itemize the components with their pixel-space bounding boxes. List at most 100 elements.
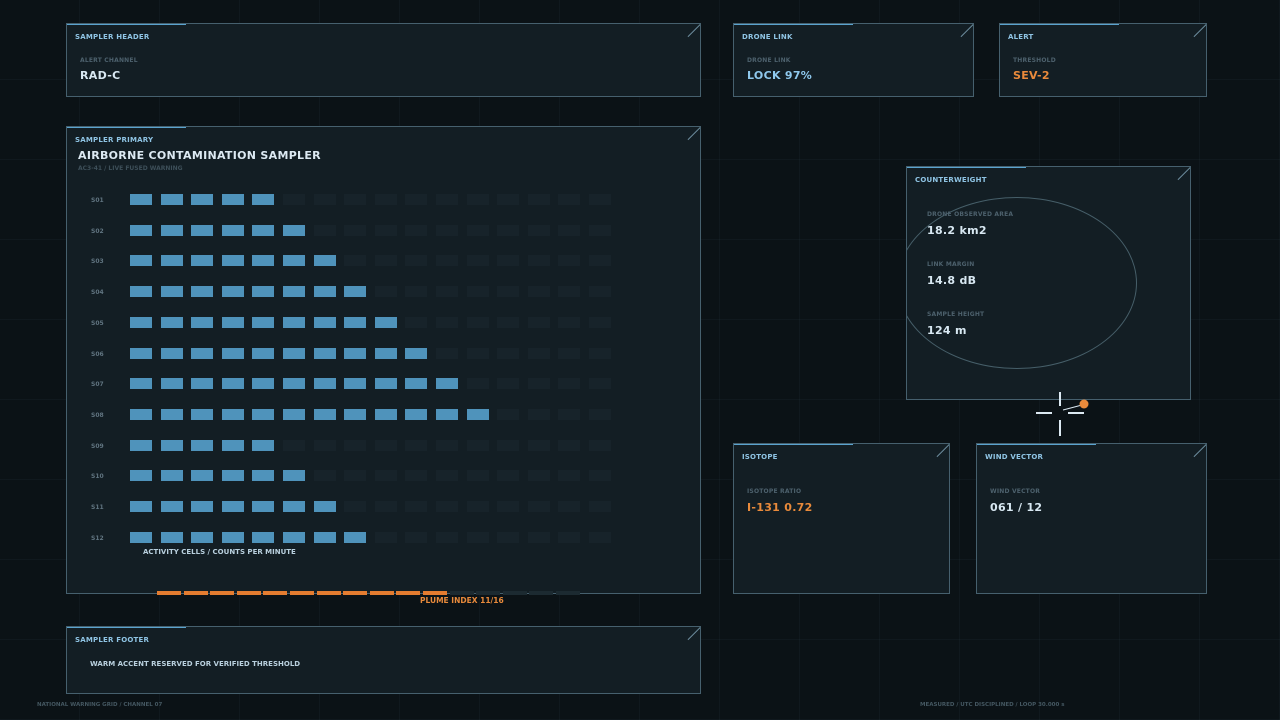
activity-cell-active	[252, 408, 275, 420]
activity-cell-active	[130, 224, 152, 236]
activity-cell-active	[252, 255, 275, 267]
activity-cell-active	[344, 316, 367, 328]
activity-cell-inactive	[589, 316, 611, 328]
activity-cell-active	[283, 286, 305, 298]
activity-cell-inactive	[466, 286, 489, 298]
activity-cell-active	[191, 347, 214, 359]
panel-corner-icon	[1177, 167, 1190, 180]
activity-cell-active	[130, 501, 152, 512]
activity-cell-active	[283, 408, 305, 420]
sampler-primary-panel: SAMPLER PRIMARY AIRBORNE CONTAMINATION S…	[66, 126, 701, 594]
activity-cell-active	[221, 470, 244, 482]
activity-cell-active	[313, 408, 336, 420]
activity-cell-inactive	[497, 470, 520, 482]
panel-corner-icon	[687, 627, 700, 640]
wind-vector-label: WIND VECTOR	[990, 488, 1041, 495]
activity-cell-active	[191, 194, 214, 205]
panel-corner-icon	[960, 24, 973, 37]
activity-cell-active	[221, 255, 244, 267]
activity-cell-inactive	[344, 501, 367, 512]
row-label: S03	[91, 258, 104, 266]
activity-cell-inactive	[589, 408, 611, 420]
isotope-ratio-label: ISOTOPE RATIO	[747, 488, 802, 495]
plume-segment-inactive	[502, 591, 527, 595]
activity-cell-active	[313, 286, 336, 298]
activity-cell-inactive	[466, 439, 489, 451]
row-label: S11	[91, 504, 104, 511]
activity-cell-inactive	[344, 255, 367, 267]
drone-link-value: LOCK 97%	[747, 69, 813, 82]
activity-cell-inactive	[589, 347, 611, 359]
activity-cell-active	[252, 501, 275, 512]
activity-cell-inactive	[466, 316, 489, 328]
activity-cell-active	[160, 194, 183, 205]
activity-cell-inactive	[466, 470, 489, 482]
plume-segment-inactive	[556, 591, 580, 595]
activity-cell-active	[191, 531, 214, 543]
activity-cell-active	[252, 224, 275, 236]
activity-cell-active	[130, 378, 152, 390]
activity-cell-active	[160, 501, 183, 512]
activity-cell-inactive	[466, 501, 489, 512]
activity-cell-active	[130, 286, 152, 298]
activity-cell-active	[283, 347, 305, 359]
activity-cell-active	[436, 378, 458, 390]
activity-cell-active	[191, 316, 214, 328]
activity-cell-inactive	[313, 224, 336, 236]
activity-cell-inactive	[405, 501, 428, 512]
activity-cell-active	[160, 255, 183, 267]
activity-cell-inactive	[313, 439, 336, 451]
activity-cell-inactive	[589, 531, 611, 543]
sampler-header-panel: SAMPLER HEADER ALERT CHANNEL RAD-C	[66, 23, 701, 97]
wind-vector-panel: WIND VECTOR WIND VECTOR 061 / 12	[976, 443, 1207, 594]
activity-cell-active	[160, 408, 183, 420]
activity-cell-inactive	[436, 255, 458, 267]
activity-cell-active	[252, 286, 275, 298]
activity-cell-active	[160, 347, 183, 359]
activity-cell-inactive	[497, 316, 520, 328]
activity-cell-inactive	[466, 255, 489, 267]
activity-cell-inactive	[558, 224, 581, 236]
plume-segment-active	[236, 591, 261, 595]
activity-cell-inactive	[497, 501, 520, 512]
activity-cell-active	[221, 347, 244, 359]
footer-note: WARM ACCENT RESERVED FOR VERIFIED THRESH…	[90, 660, 301, 668]
panel-title: SAMPLER HEADER	[75, 33, 150, 41]
activity-cell-active	[160, 470, 183, 482]
activity-cell-active	[283, 316, 305, 328]
activity-cell-inactive	[405, 255, 428, 267]
activity-cell-active	[191, 286, 214, 298]
sample-height-value: 124 m	[927, 324, 967, 337]
activity-cell-active	[283, 255, 305, 267]
activity-cell-active	[130, 194, 152, 205]
activity-cell-inactive	[527, 501, 550, 512]
activity-cell-active	[160, 316, 183, 328]
plume-segment-active	[316, 591, 341, 595]
activity-cell-active	[374, 408, 397, 420]
row-label: S06	[91, 350, 104, 358]
activity-cell-inactive	[558, 347, 581, 359]
activity-cell-inactive	[589, 194, 611, 205]
activity-cell-active	[344, 286, 367, 298]
activity-cell-active	[130, 470, 152, 482]
activity-cell-inactive	[466, 347, 489, 359]
activity-cell-inactive	[405, 286, 428, 298]
threshold-value: SEV-2	[1013, 69, 1050, 82]
activity-cell-active	[252, 378, 275, 390]
sampler-subtitle: AC3-41 / LIVE FUSED WARNING	[78, 165, 183, 172]
plume-index-label: PLUME INDEX 11/16	[420, 596, 504, 605]
activity-cell-inactive	[344, 194, 367, 205]
panel-corner-icon	[1193, 24, 1206, 37]
activity-axis-caption: ACTIVITY CELLS / COUNTS PER MINUTE	[143, 548, 296, 556]
activity-cell-inactive	[374, 286, 397, 298]
activity-cell-active	[221, 286, 244, 298]
activity-cell-active	[252, 316, 275, 328]
activity-cell-inactive	[589, 439, 611, 451]
activity-cell-inactive	[374, 439, 397, 451]
activity-cell-inactive	[527, 194, 550, 205]
crosshair-icon	[1036, 392, 1089, 436]
activity-cell-active	[283, 501, 305, 512]
plume-segment-active	[183, 591, 208, 595]
activity-cell-active	[344, 378, 367, 390]
plume-segment-inactive	[476, 591, 501, 595]
